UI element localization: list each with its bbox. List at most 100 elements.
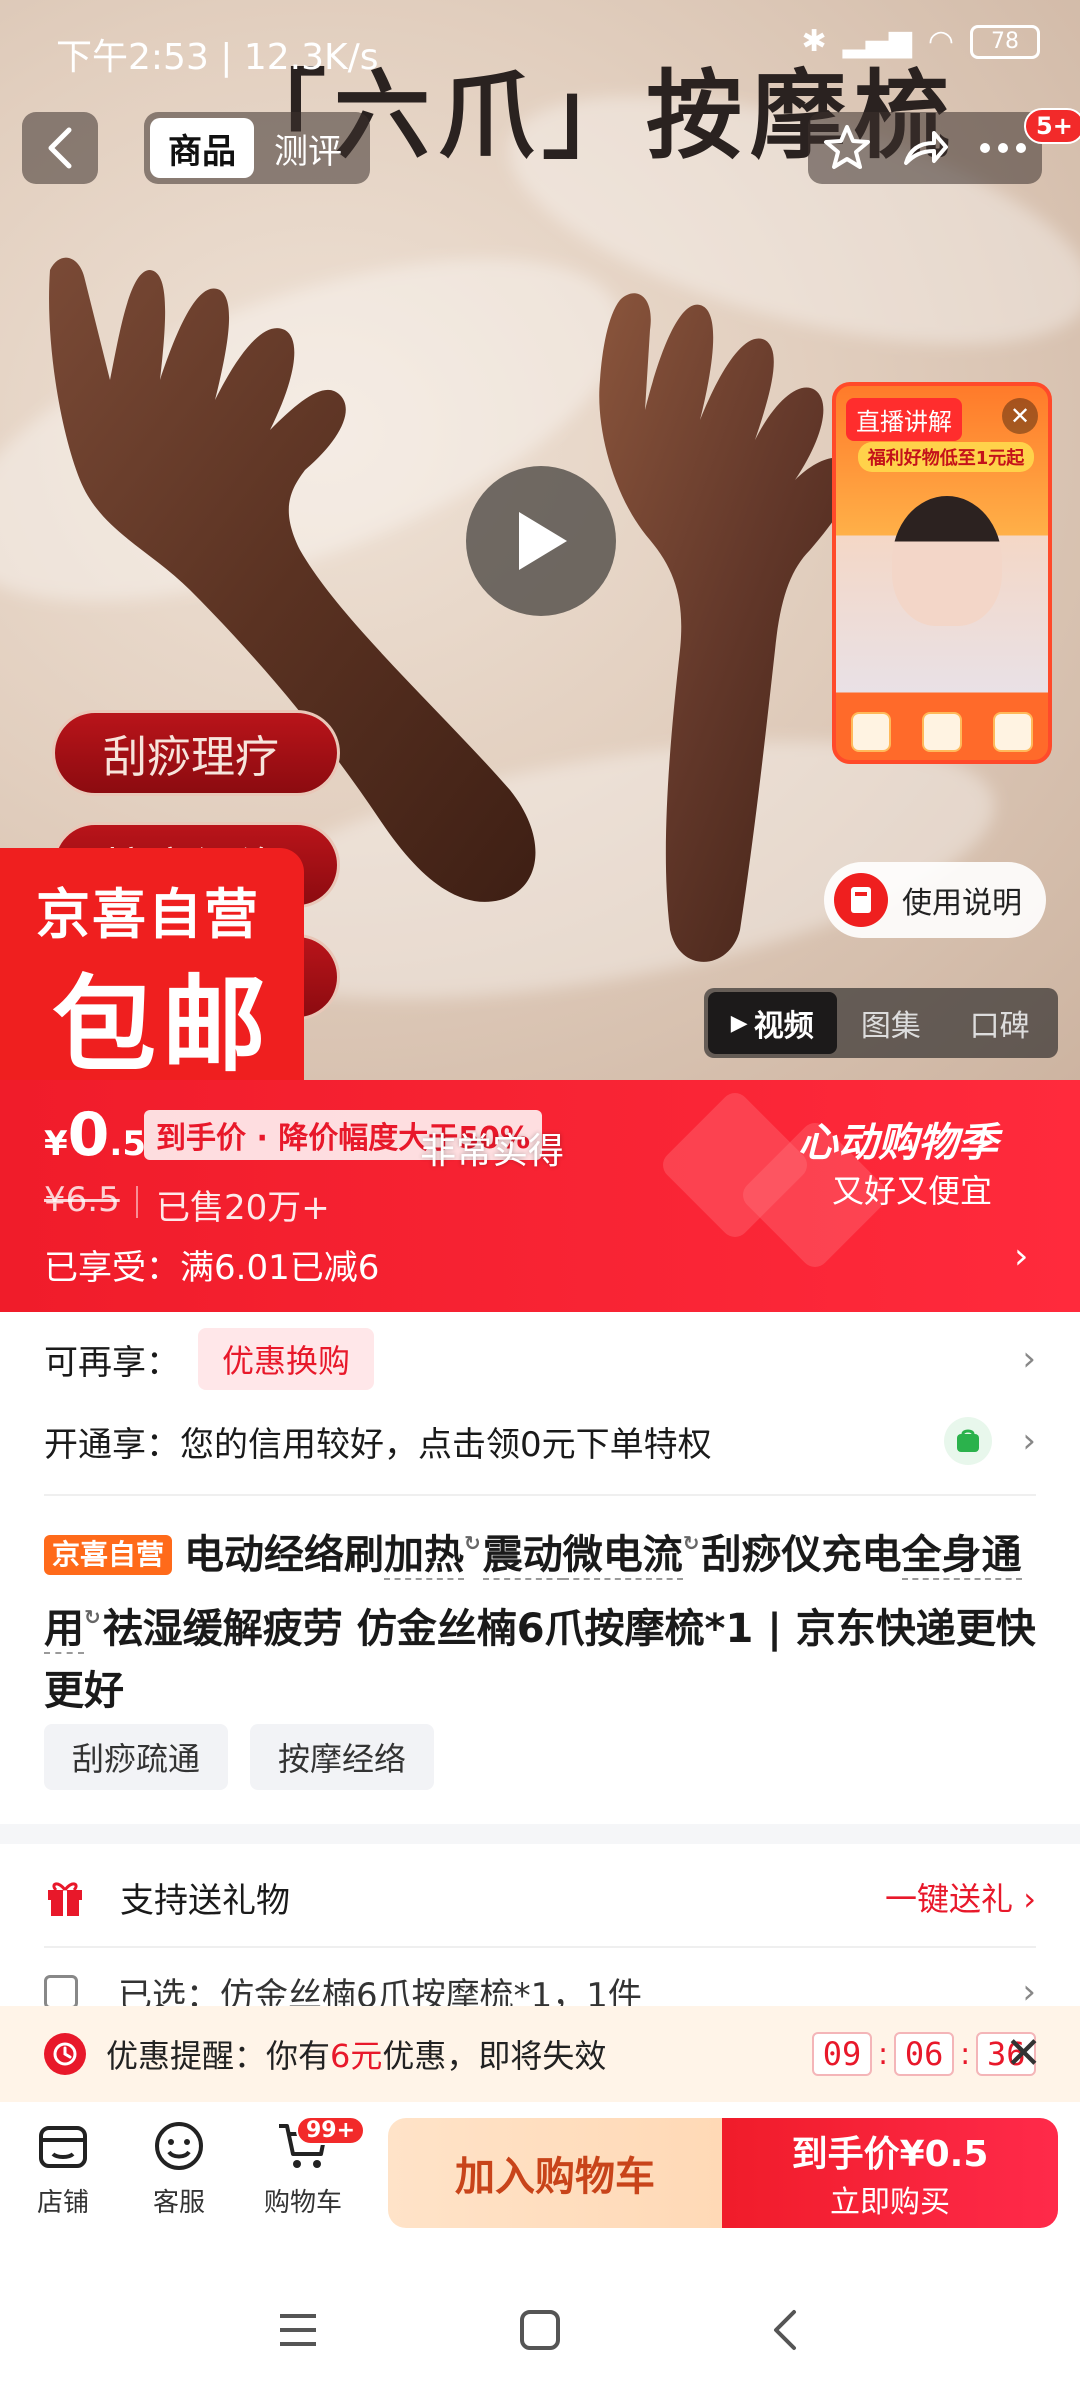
tab-reviews[interactable]: 口碑 <box>945 1001 1054 1045</box>
shop-button[interactable]: 店铺 <box>8 2118 118 2219</box>
play-icon <box>519 512 567 570</box>
close-icon[interactable]: ✕ <box>1002 398 1038 434</box>
cart-count-badge: 99+ <box>296 2116 366 2145</box>
buy-now-label: 立即购买 <box>830 2185 950 2220</box>
top-actions <box>808 112 1042 184</box>
title-keyword-heating[interactable]: 加热 <box>384 1532 465 1580</box>
badge-line2: 包邮 <box>52 964 273 1080</box>
buy-price-label: 到手价¥0.5 <box>791 2134 989 2175</box>
star-icon[interactable] <box>822 123 872 173</box>
chevron-right-icon: › <box>1022 1421 1036 1461</box>
wallet-icon <box>944 1417 992 1465</box>
event-subtitle: 又好又便宜 <box>832 1172 993 1210</box>
more-offers-label: 可再享： <box>44 1342 180 1383</box>
title-badge: 京喜自营 <box>44 1535 173 1575</box>
credit-text: 开通享：您的信用较好，点击领0元下单特权 <box>44 1424 712 1465</box>
title-part: 刮痧仪充电 <box>701 1532 902 1578</box>
trade-in-tag[interactable]: 优惠换购 <box>198 1328 375 1390</box>
chevron-left-icon <box>48 127 72 169</box>
service-label: 客服 <box>152 2188 205 2218</box>
title-keyword-microcurrent[interactable]: 微电流 <box>562 1532 683 1580</box>
close-icon[interactable]: ✕ <box>1005 2028 1042 2079</box>
title-part: 电动经络刷 <box>184 1532 385 1578</box>
cart-label: 购物车 <box>263 2188 342 2218</box>
countdown-hours: 09 <box>812 2032 872 2076</box>
more-icon[interactable] <box>978 141 1028 155</box>
manual-label: 使用说明 <box>902 886 1022 921</box>
product-review-tabs[interactable]: 商品 测评 <box>144 112 370 184</box>
message-count-badge: 5+ <box>1024 108 1080 144</box>
tab-video[interactable]: ▶ 视频 <box>708 992 837 1054</box>
tag-item[interactable]: 刮痧疏通 <box>44 1724 229 1790</box>
countdown-timer: 09 : 06 : 36 <box>812 2032 1037 2076</box>
price-currency: ¥ <box>44 1124 68 1164</box>
live-icon-row <box>836 712 1048 752</box>
price-overlay-text: 非常实得 <box>420 1131 565 1172</box>
search-hint-icon: ↻ <box>84 1605 101 1629</box>
tag-item[interactable]: 按摩经络 <box>250 1724 435 1790</box>
back-button[interactable] <box>22 112 98 184</box>
countdown-minutes: 06 <box>894 2032 955 2076</box>
bluetooth-icon: ✱ <box>801 24 827 59</box>
price: ¥ 0 .5 <box>44 1100 146 1170</box>
tab-product[interactable]: 商品 <box>150 118 254 178</box>
gift-label: 支持送礼物 <box>120 1880 290 1921</box>
divider <box>44 1946 1036 1948</box>
gift-icon <box>992 712 1033 752</box>
play-small-icon: ▶ <box>730 1010 748 1036</box>
reminder-amount: 6元 <box>330 2037 383 2075</box>
home-icon[interactable] <box>518 2308 562 2352</box>
clock-icon <box>44 2033 86 2075</box>
customer-service-button[interactable]: 客服 <box>124 2118 234 2219</box>
section-divider <box>0 1824 1080 1844</box>
live-stream-window[interactable]: 直播讲解 ✕ 福利好物低至1元起 <box>832 382 1052 764</box>
book-icon <box>834 873 888 927</box>
price-banner: ¥ 0 .5 到手价 · 降价幅度大于50% 非常实得 ¥6.5 已售20万+ … <box>0 1080 1080 1312</box>
status-icons: ✱ ▂▄▆ ◠ 78 <box>801 24 1040 59</box>
chevron-right-icon[interactable]: › <box>1014 1236 1028 1277</box>
coupon-reminder-bar[interactable]: 优惠提醒：你有 6元 优惠，即将失效 09 : 06 : 36 ✕ <box>0 2006 1080 2102</box>
status-bar: 下午2:53 | 12.3K/s ✱ ▂▄▆ ◠ 78 <box>0 0 1080 96</box>
original-price: ¥6.5 <box>44 1180 120 1220</box>
share-icon[interactable] <box>900 123 950 173</box>
medal-icon <box>851 712 892 752</box>
sold-count: 已售20万+ <box>156 1188 330 1228</box>
manual-button[interactable]: 使用说明 <box>824 862 1046 938</box>
send-gift-button[interactable]: 一键送礼 › <box>885 1874 1036 1920</box>
shop-label: 店铺 <box>36 2188 89 2218</box>
hero-pill-scraping: 刮痧理疗 <box>52 710 340 796</box>
title-keyword-vibration[interactable]: 震动 <box>482 1532 563 1580</box>
send-gift-label: 一键送礼 <box>885 1880 1014 1918</box>
buy-now-button[interactable]: 到手价¥0.5 立即购买 <box>722 2118 1058 2228</box>
add-to-cart-button[interactable]: 加入购物车 <box>388 2118 722 2228</box>
checkbox-icon <box>44 1975 78 2009</box>
discount-enjoyed[interactable]: 已享受：满6.01已减6 <box>44 1240 379 1289</box>
gift-row[interactable]: 支持送礼物 一键送礼 › <box>44 1862 1036 1932</box>
signal-icon: ▂▄▆ <box>842 24 912 59</box>
chat-smile-icon <box>155 2122 203 2170</box>
credit-row[interactable]: 开通享：您的信用较好，点击领0元下单特权 › <box>44 1406 1036 1476</box>
countdown-colon: : <box>878 2036 889 2072</box>
menu-icon[interactable] <box>276 2308 320 2352</box>
battery-icon: 78 <box>970 24 1040 59</box>
tab-gallery[interactable]: 图集 <box>837 1001 946 1045</box>
title-part: 祛湿缓解疲劳 仿金丝楠6爪按摩梳*1 | 京东快递更快更好 <box>44 1606 1036 1714</box>
status-time: 下午2:53 | 12.3K/s <box>56 37 379 78</box>
badge-line1: 京喜自营 <box>36 883 260 946</box>
chevron-right-icon: › <box>1022 1339 1036 1379</box>
live-host-image <box>892 496 1002 626</box>
tab-evaluation[interactable]: 测评 <box>254 124 362 173</box>
search-hint-icon: ↻ <box>682 1531 700 1555</box>
live-banner: 福利好物低至1元起 <box>858 442 1034 472</box>
media-switch[interactable]: ▶ 视频 图集 口碑 <box>704 988 1058 1058</box>
back-icon[interactable] <box>766 2308 810 2352</box>
wifi-icon: ◠ <box>927 24 954 59</box>
price-decimal: .5 <box>109 1124 146 1164</box>
search-hint-icon: ↻ <box>464 1531 481 1555</box>
bottom-action-bar: 店铺 客服 购物车 99+ 加入购物车 到手价¥0.5 立即购买 <box>0 2102 1080 2252</box>
play-video-button[interactable] <box>466 466 616 616</box>
handshake-icon <box>921 712 962 752</box>
tab-video-label: 视频 <box>753 1009 814 1044</box>
divider <box>44 1494 1036 1496</box>
more-offers-row[interactable]: 可再享： 优惠换购 › <box>44 1326 1036 1392</box>
